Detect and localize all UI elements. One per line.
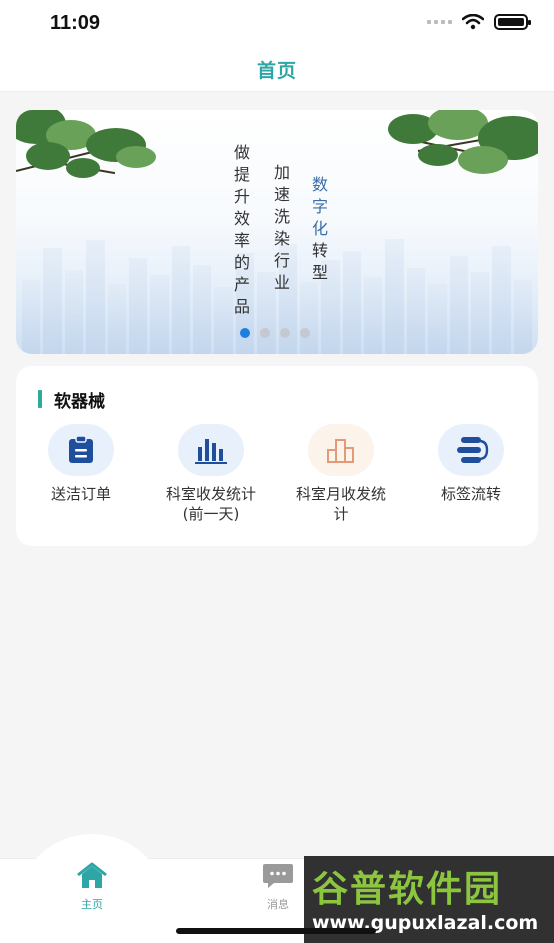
menu-item-label-flow[interactable]: 标签流转 (406, 424, 536, 504)
status-time: 11:09 (50, 12, 101, 34)
menu-item-label: 科室收发统计 (前一天) (165, 485, 256, 523)
tab-home[interactable]: 主页 (72, 862, 112, 912)
page-title: 首页 (256, 60, 297, 82)
banner-slogan-1: 做提升效率的产品 (231, 144, 250, 320)
tab-messages-label: 消息 (267, 898, 289, 911)
status-bar: 11:09 (0, 0, 554, 48)
section-title-marker (38, 390, 42, 408)
menu-item-label: 标签流转 (440, 485, 501, 503)
column-chart-icon (308, 424, 374, 476)
menu-item-dept-daily-stats[interactable]: 科室收发统计 (前一天) (146, 424, 276, 524)
menu-item-label: 送洁订单 (50, 485, 111, 503)
watermark-title: 谷普软件园 (312, 869, 503, 910)
section-title: 软器械 (54, 392, 105, 412)
bar-chart-icon (178, 424, 244, 476)
clipboard-icon (48, 424, 114, 476)
menu-item-dept-monthly-stats[interactable]: 科室月收发统 计 (276, 424, 406, 524)
home-indicator (176, 928, 376, 934)
status-icons (427, 14, 531, 30)
carousel-dot-4[interactable] (300, 328, 310, 338)
menu-item-cleaning-order[interactable]: 送洁订单 (16, 424, 146, 504)
home-icon (77, 862, 107, 888)
banner-slogan-3-accent: 数字化 (309, 176, 328, 242)
tree-left-graphic (16, 110, 166, 200)
banner-slogan-2: 加速洗染行业 (271, 164, 290, 296)
banner-slogan-3-rest: 转型 (309, 242, 328, 286)
soft-instrument-card: 软器械 送洁订单 科室收发统计 (前一天) 科室月收发统 计 标签流转 (16, 366, 538, 546)
banner-slogan-3: 数字化转型 (306, 176, 330, 286)
menu-item-label: 科室月收发统 计 (295, 485, 386, 523)
tab-messages[interactable]: 消息 (258, 862, 298, 912)
cellular-signal-icon (427, 20, 452, 24)
wifi-icon (462, 14, 484, 30)
carousel-dot-3[interactable] (280, 328, 290, 338)
banner-carousel[interactable]: 做提升效率的产品 加速洗染行业 数字化转型 (16, 110, 538, 354)
tree-right-graphic (378, 110, 538, 200)
carousel-indicator (240, 328, 310, 338)
carousel-dot-1[interactable] (240, 328, 250, 338)
message-icon (263, 864, 293, 888)
carousel-dot-2[interactable] (260, 328, 270, 338)
nav-bar: 首页 (0, 48, 554, 92)
tab-home-label: 主页 (81, 898, 103, 911)
tag-flow-icon (438, 424, 504, 476)
battery-icon (494, 14, 531, 30)
